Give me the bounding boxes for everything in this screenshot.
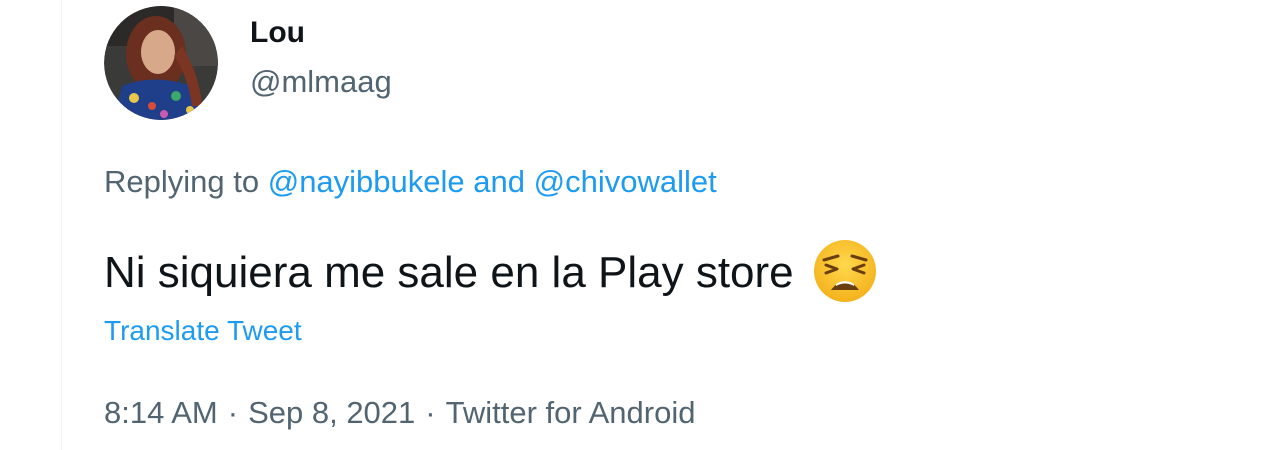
author-display-name[interactable]: Lou	[250, 16, 305, 50]
tweet-date[interactable]: Sep 8, 2021	[248, 395, 415, 430]
translate-tweet-link[interactable]: Translate Tweet	[104, 315, 302, 347]
tweet-text: Ni siquiera me sale en la Play store	[104, 240, 878, 304]
weary-face-emoji-icon	[812, 238, 878, 304]
meta-separator: ·	[425, 395, 436, 430]
mention-link-chivowallet[interactable]: @chivowallet	[534, 164, 717, 199]
mention-link-nayibbukele[interactable]: @nayibbukele	[268, 164, 465, 199]
avatar[interactable]	[104, 6, 218, 120]
replying-to-label: Replying to	[104, 164, 260, 199]
replying-to-conjunction: and	[473, 164, 526, 199]
author-handle[interactable]: @mlmaag	[250, 64, 392, 100]
tweet-source[interactable]: Twitter for Android	[446, 395, 696, 430]
tweet-metadata: 8:14 AM · Sep 8, 2021 · Twitter for Android	[104, 395, 695, 431]
timeline-divider	[61, 0, 62, 450]
tweet-body: Ni siquiera me sale en la Play store	[104, 248, 794, 297]
meta-separator: ·	[227, 395, 239, 430]
tweet-card: Lou @mlmaag Replying to @nayibbukele and…	[0, 0, 1280, 450]
tweet-time[interactable]: 8:14 AM	[104, 395, 218, 430]
replying-to: Replying to @nayibbukele and @chivowalle…	[104, 164, 717, 200]
avatar-photo	[104, 6, 218, 120]
